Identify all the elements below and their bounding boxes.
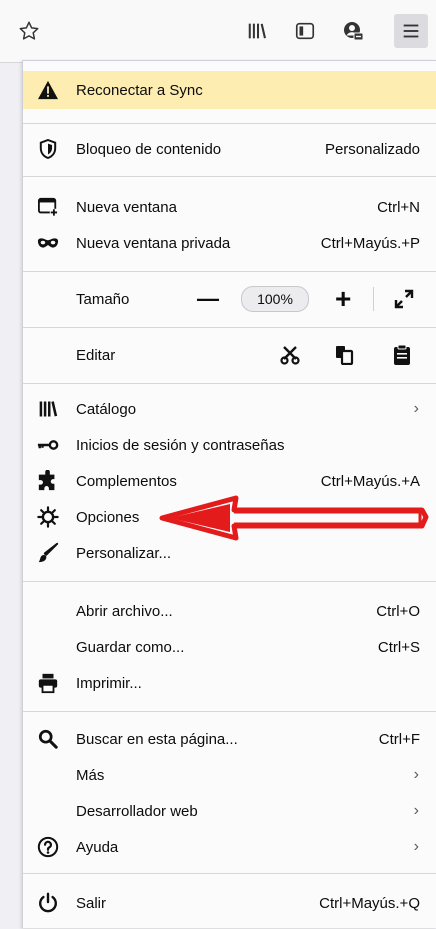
content-blocking-label: Bloqueo de contenido [76,140,222,158]
separator [23,383,436,384]
puzzle-piece-icon [37,470,59,492]
help-icon [37,836,59,858]
key-icon [37,434,59,456]
help-label: Ayuda [76,838,119,856]
find-in-page-label: Buscar en esta página... [76,730,238,748]
new-private-window-label: Nueva ventana privada [76,234,231,252]
warning-icon [37,79,59,101]
options-label: Opciones [76,508,140,526]
web-developer-item[interactable]: Desarrollador web › [23,793,436,829]
edit-row: Editar [23,335,436,375]
save-as-label: Guardar como... [76,638,185,656]
separator [23,711,436,712]
quit-item[interactable]: Salir Ctrl+Mayús.+Q [23,885,436,921]
save-as-item[interactable]: Guardar como... Ctrl+S [23,629,436,665]
find-in-page-shortcut: Ctrl+F [378,730,420,748]
save-as-shortcut: Ctrl+S [377,638,420,656]
new-private-window-shortcut: Ctrl+Mayús.+P [320,234,420,252]
zoom-label: Tamaño [76,290,130,308]
gear-icon [37,506,59,528]
zoom-in-button[interactable]: + [335,285,351,313]
edit-label: Editar [76,346,116,364]
red-annotation-arrow-icon [159,495,429,541]
web-developer-label: Desarrollador web [76,802,198,820]
account-button[interactable] [336,14,370,48]
separator [23,327,436,328]
new-window-shortcut: Ctrl+N [377,198,420,216]
logins-label: Inicios de sesión y contraseñas [76,436,285,454]
new-window-label: Nueva ventana [76,198,177,216]
bookmark-star-button[interactable] [12,14,46,48]
copy-button[interactable] [333,344,355,366]
library-item[interactable]: Catálogo › [23,391,436,427]
find-in-page-item[interactable]: Buscar en esta página... Ctrl+F [23,721,436,757]
new-window-item[interactable]: Nueva ventana Ctrl+N [23,189,436,225]
content-blocking-value: Personalizado [324,140,420,158]
separator [23,873,436,874]
paintbrush-icon [37,542,59,564]
library-label: Catálogo [76,400,137,418]
chevron-right-icon: › [413,400,419,417]
search-icon [37,728,59,750]
hamburger-menu-icon [403,24,419,38]
browser-toolbar [0,0,436,63]
reconnect-sync-item[interactable]: Reconectar a Sync [23,71,436,109]
open-file-shortcut: Ctrl+O [376,602,420,620]
help-item[interactable]: Ayuda › [23,829,436,865]
new-window-icon [37,196,59,218]
more-label: Más [76,766,105,784]
scissors-icon [280,346,300,365]
open-file-label: Abrir archivo... [76,602,173,620]
library-button[interactable] [240,14,274,48]
content-blocking-item[interactable]: Bloqueo de contenido Personalizado [23,131,436,167]
fullscreen-icon [394,289,414,309]
private-mask-icon [37,232,59,254]
logins-item[interactable]: Inicios de sesión y contraseñas [23,427,436,463]
library-icon [248,23,266,39]
sidebar-icon [295,22,315,40]
separator [23,271,436,272]
sidebar-button[interactable] [288,14,322,48]
quit-label: Salir [76,894,107,912]
account-icon [344,22,364,41]
paste-button[interactable] [391,344,413,366]
printer-icon [37,672,59,694]
copy-icon [336,346,354,365]
quit-shortcut: Ctrl+Mayús.+Q [319,894,420,912]
zoom-divider [373,287,374,311]
separator [23,581,436,582]
zoom-out-button[interactable]: — [197,288,219,310]
reconnect-sync-label: Reconectar a Sync [76,81,203,99]
open-file-item[interactable]: Abrir archivo... Ctrl+O [23,593,436,629]
chevron-right-icon: › [413,838,419,855]
star-icon [19,21,39,40]
chevron-right-icon: › [413,766,419,783]
separator [23,123,436,124]
zoom-reset-button[interactable]: 100% [241,286,309,312]
addons-label: Complementos [76,472,177,490]
separator [23,176,436,177]
more-item[interactable]: Más › [23,757,436,793]
new-private-window-item[interactable]: Nueva ventana privada Ctrl+Mayús.+P [23,225,436,261]
power-icon [37,892,59,914]
library-icon [37,398,59,420]
shield-icon [37,138,59,160]
fullscreen-button[interactable] [393,288,415,310]
chevron-right-icon: › [413,802,419,819]
print-label: Imprimir... [76,674,142,692]
cut-button[interactable] [279,344,301,366]
zoom-row: Tamaño — 100% + [23,279,436,319]
open-menu-button[interactable] [394,14,428,48]
addons-shortcut: Ctrl+Mayús.+A [320,472,420,490]
clipboard-icon [394,344,410,365]
print-item[interactable]: Imprimir... [23,665,436,701]
